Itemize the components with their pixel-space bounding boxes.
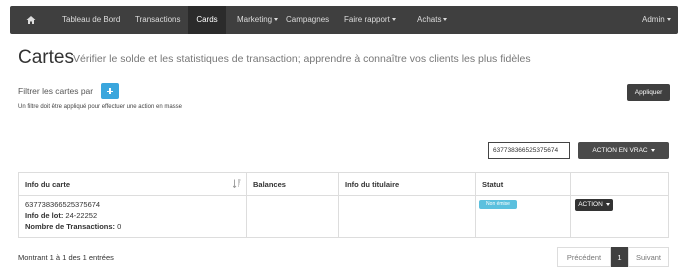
status-badge: Non émise [479, 200, 517, 209]
table-header-row: Info du carte Balances Info du titulaire… [19, 173, 668, 196]
card-number: 637738366525375674 [25, 200, 101, 209]
page-subtitle: Vérifier le solde et les statistiques de… [73, 53, 531, 65]
nav-item-label: Achats [417, 15, 442, 24]
bulk-action-label: ACTION EN VRAC [592, 147, 648, 154]
chevron-down-icon [605, 202, 610, 206]
transactions-count-label: Nombre de Transactions: [25, 222, 116, 231]
lot-info: Info de lot: 24-22252 [25, 211, 97, 220]
column-header-holder-info[interactable]: Info du titulaire [345, 180, 399, 189]
chevron-down-icon [391, 18, 396, 22]
row-action-label: ACTION [578, 201, 603, 208]
column-header-card-info[interactable]: Info du carte [25, 180, 70, 189]
lot-info-value: 24-22252 [65, 211, 98, 220]
nav-item-faire-rapport[interactable]: Faire rapport [336, 6, 404, 34]
chevron-down-icon [650, 148, 655, 152]
nav-item-label: Tableau de Bord [62, 15, 121, 24]
search-input[interactable] [488, 142, 570, 159]
nav-item-label: Transactions [135, 15, 181, 24]
filter-note: Un filtre doit être appliqué pour effect… [18, 104, 182, 110]
transactions-count-value: 0 [117, 222, 122, 231]
nav-item-campagnes[interactable]: Campagnes [278, 6, 337, 34]
nav-item-transactions[interactable]: Transactions [127, 6, 189, 34]
nav-item-label: Faire rapport [344, 15, 390, 24]
cards-table: Info du carte Balances Info du titulaire… [18, 172, 669, 238]
lot-info-label: Info de lot: [25, 211, 64, 220]
filter-label: Filtrer les cartes par [18, 86, 94, 96]
sort-icon[interactable] [233, 179, 241, 188]
top-navbar: Tableau de Bord Transactions Cards Marke… [10, 6, 678, 34]
nav-item-label: Marketing [237, 15, 273, 24]
column-header-balances[interactable]: Balances [253, 180, 286, 189]
chevron-down-icon [666, 18, 671, 22]
user-menu[interactable]: Admin [636, 6, 677, 34]
user-menu-label: Admin [642, 15, 665, 24]
nav-item-label: Cards [196, 15, 218, 24]
nav-item-cards[interactable]: Cards [188, 6, 226, 34]
bulk-action-button[interactable]: ACTION EN VRAC [578, 142, 669, 159]
home-icon[interactable] [26, 15, 36, 25]
previous-page-button[interactable]: Précédent [557, 247, 611, 267]
page-button-current[interactable]: 1 [611, 247, 628, 267]
page-title: Cartes [18, 47, 74, 68]
chevron-down-icon [443, 18, 448, 22]
nav-item-label: Campagnes [286, 15, 330, 24]
nav-item-achats[interactable]: Achats [409, 6, 455, 34]
column-header-status[interactable]: Statut [482, 180, 503, 189]
nav-item-tableau-de-bord[interactable]: Tableau de Bord [52, 6, 130, 34]
row-action-button[interactable]: ACTION [575, 199, 613, 211]
transactions-count: Nombre de Transactions: 0 [25, 222, 121, 231]
entries-info: Montrant 1 à 1 des 1 entrées [18, 253, 114, 262]
apply-button[interactable]: Appliquer [627, 84, 670, 101]
add-filter-button[interactable] [101, 83, 119, 99]
next-page-button[interactable]: Suivant [628, 247, 669, 267]
